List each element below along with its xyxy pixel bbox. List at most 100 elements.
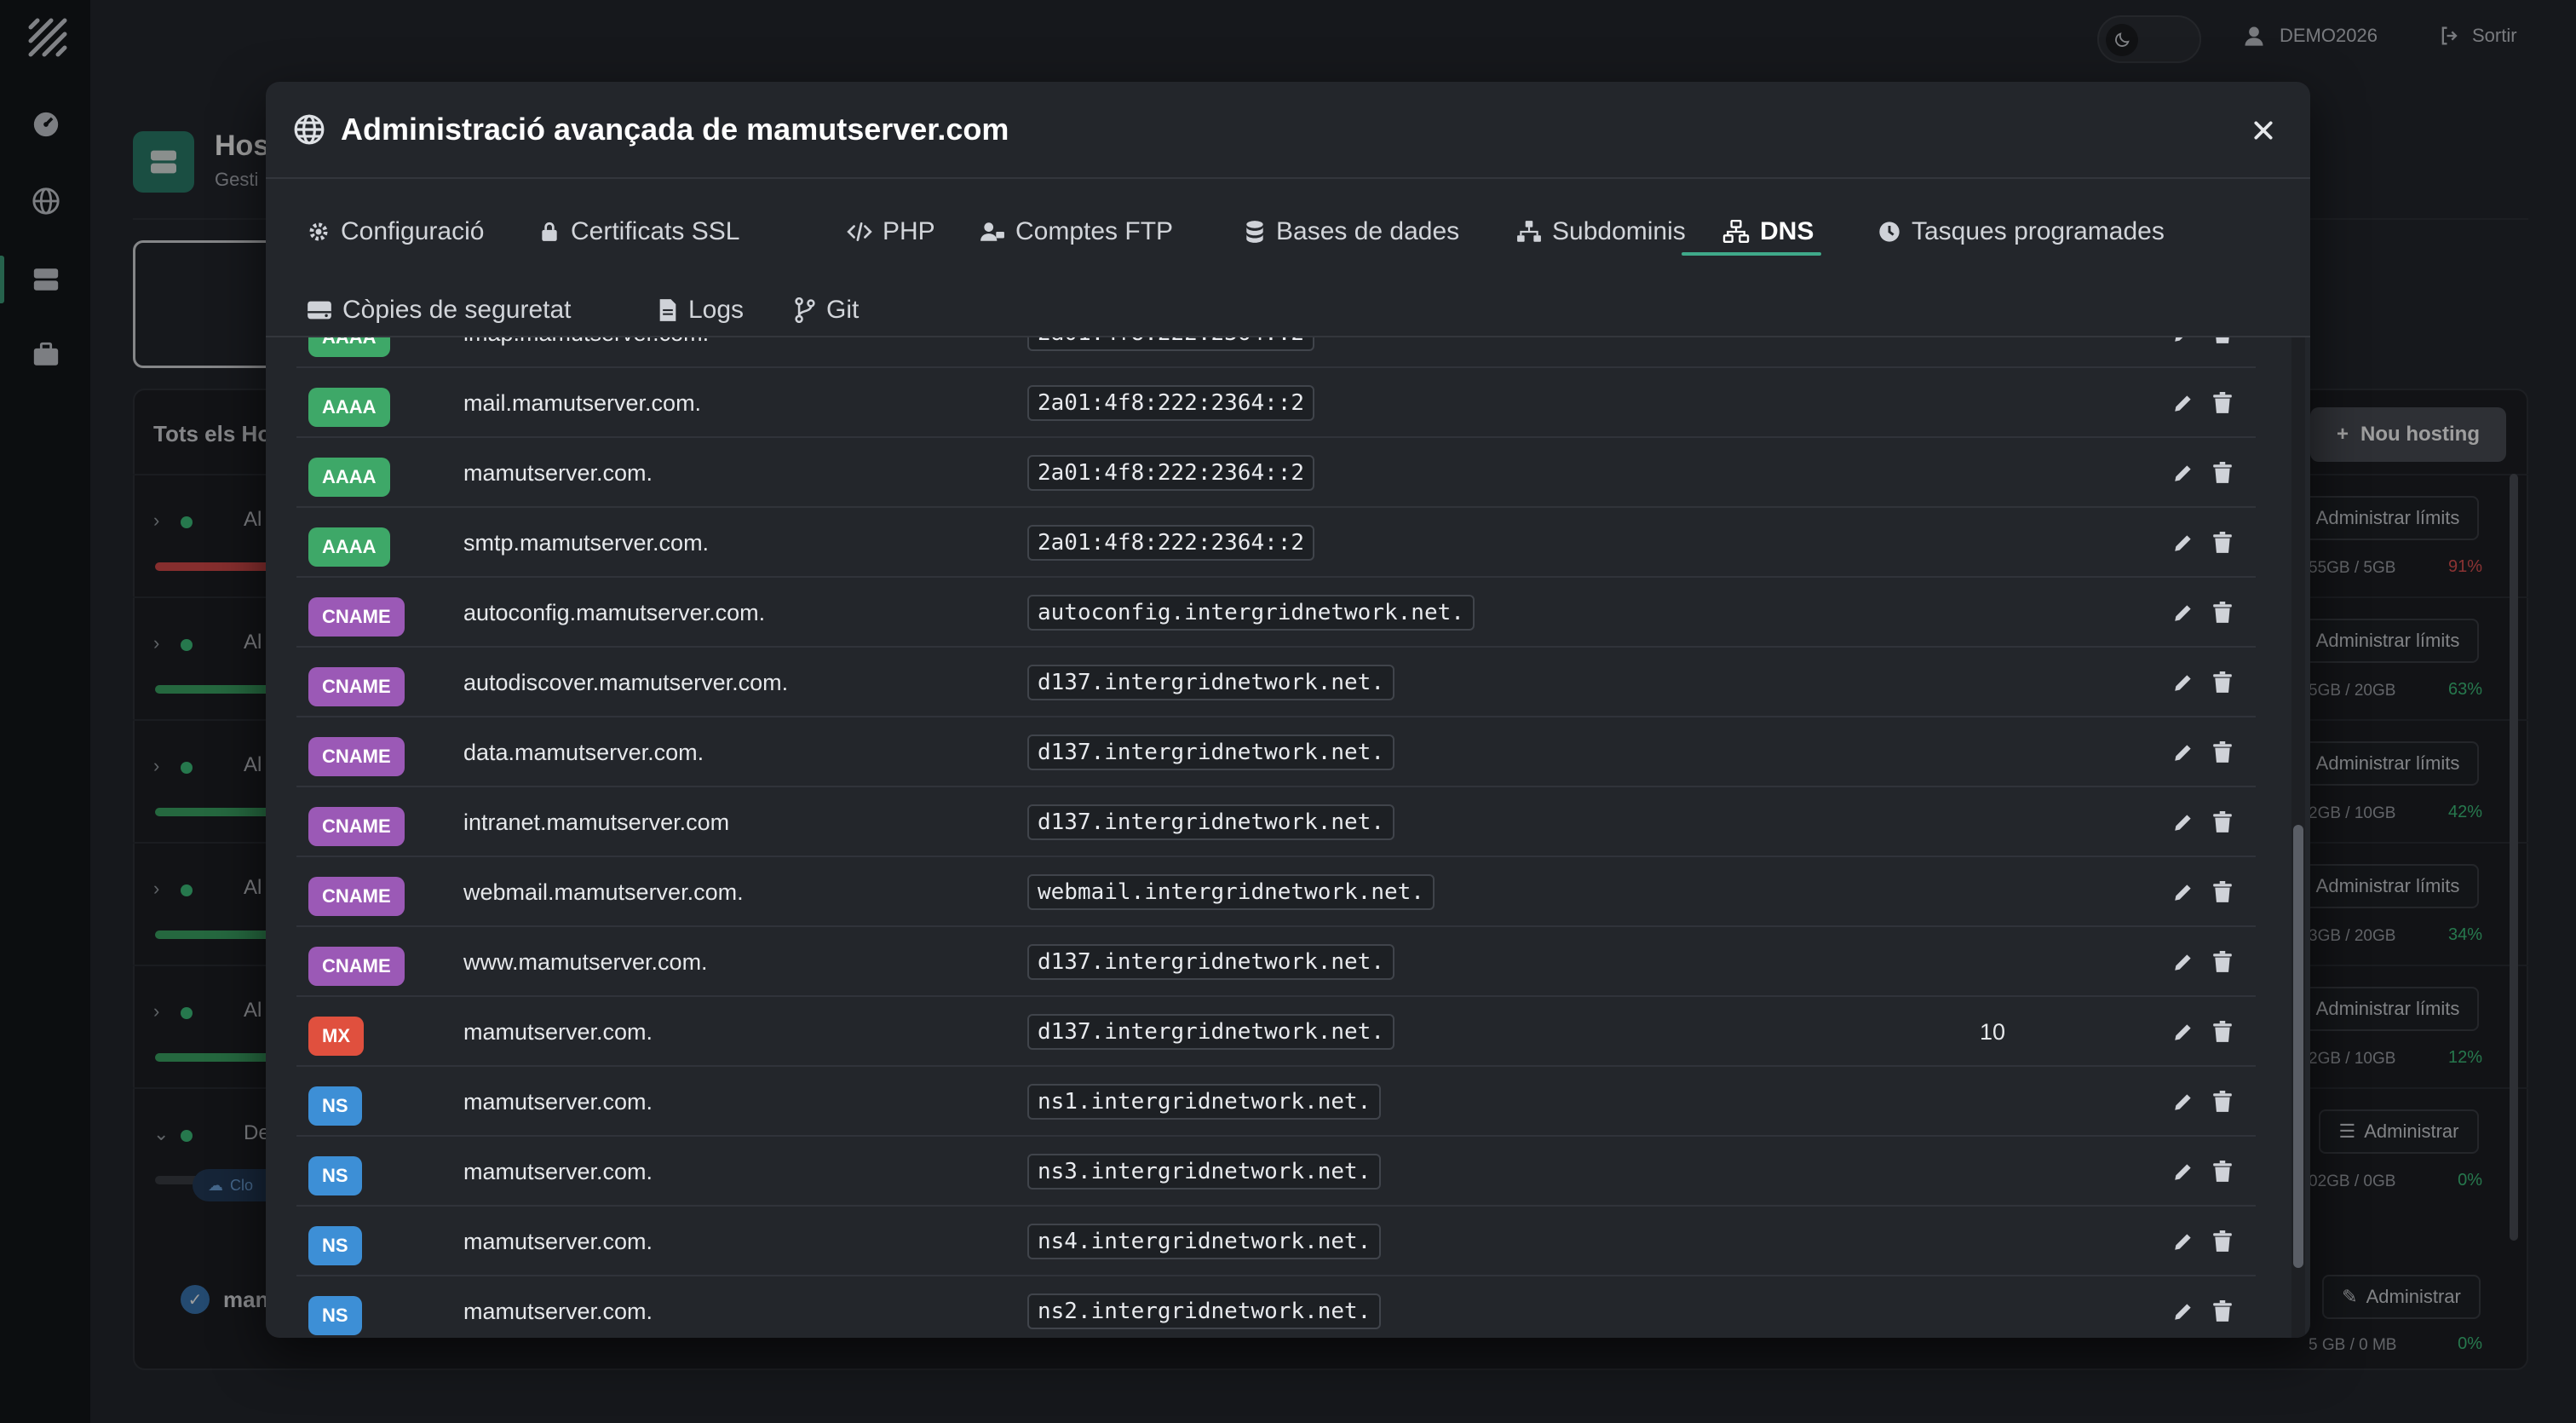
edit-record-button[interactable] [2169,389,2198,418]
theme-toggle[interactable] [2097,15,2201,63]
edit-record-button[interactable] [2169,738,2198,767]
administrar-button[interactable]: ☰ Administrar [2319,1109,2479,1154]
edit-record-button[interactable] [2169,1087,2198,1116]
logout-icon [2441,26,2458,45]
new-hosting-button[interactable]: + Nou hosting [2310,407,2506,462]
dns-record-row: CNAME www.mamutserver.com. d137.intergridn… [296,927,2256,997]
delete-record-button[interactable] [2208,738,2237,767]
admin-button-label: Administrar límits [2315,752,2460,774]
tab-label: Configuració [341,217,485,245]
dns-records-table: AAAA imap.mamutserver.com. 2a01:4f8:222:23… [296,337,2264,1338]
hdd-icon [307,299,332,321]
briefcase-icon[interactable] [29,337,63,372]
delete-record-button[interactable] [2208,389,2237,418]
usage-text: 2GB / 10GB [2309,804,2396,822]
record-name: data.mamutserver.com. [463,740,704,765]
page-scrollbar[interactable] [2510,474,2518,1241]
record-name: mamutserver.com. [463,1089,653,1115]
record-type-badge: NS [308,1226,362,1265]
usage-bar [155,685,274,694]
tab-certificats-ssl[interactable]: Certificats SSL [521,198,756,266]
admin-button-label: Administrar límits [2315,998,2460,1019]
tab-comptes-ftp[interactable]: Comptes FTP [963,198,1190,266]
edit-record-button[interactable] [2169,1017,2198,1046]
delete-record-button[interactable] [2208,337,2237,348]
server-icon[interactable] [29,262,63,297]
user-menu[interactable]: DEMO2026 [2242,24,2378,48]
globe-icon[interactable] [29,184,63,218]
record-name: www.mamutserver.com. [463,949,708,975]
tab-php[interactable]: PHP [830,198,952,266]
record-name: mamutserver.com. [463,1159,653,1184]
edit-record-button[interactable] [2169,668,2198,697]
edit-record-button[interactable] [2169,1227,2198,1256]
chevron-down-icon[interactable]: ⌄ [153,1123,169,1145]
manage-limits-button[interactable]: Administrar límits [2297,864,2479,908]
delete-record-button[interactable] [2208,1017,2237,1046]
tab-logs[interactable]: Logs [641,276,761,344]
edit-record-button[interactable] [2169,458,2198,487]
delete-record-button[interactable] [2208,1157,2237,1186]
chevron-right-icon[interactable]: › [153,755,159,777]
edit-record-button[interactable] [2169,1157,2198,1186]
code-icon [847,221,872,243]
tab-subdominis[interactable]: Subdominis [1499,198,1703,266]
pencil-icon [2175,1024,2191,1040]
scrollbar-thumb[interactable] [2293,825,2303,1268]
usage-bar [155,930,274,939]
delete-record-button[interactable] [2208,668,2237,697]
pencil-icon [2175,395,2191,412]
tab-label: Git [826,296,860,324]
delete-record-button[interactable] [2208,808,2237,837]
usage-text: 55GB / 5GB [2309,559,2396,577]
delete-record-button[interactable] [2208,528,2237,557]
chevron-right-icon[interactable]: › [153,510,159,532]
chevron-right-icon[interactable]: › [153,878,159,900]
record-value: d137.intergridnetwork.net. [1027,944,1394,980]
delete-record-button[interactable] [2208,1087,2237,1116]
record-type-badge: AAAA [308,458,390,497]
record-type-badge: NS [308,1086,362,1126]
hosting-row-label: Al [244,508,262,531]
trash-icon [2213,1161,2232,1182]
trash-icon [2213,602,2232,623]
manage-limits-button[interactable]: Administrar límits [2297,741,2479,786]
tab-c-pies-de-seguretat[interactable]: Còpies de seguretat [290,276,589,344]
edit-record-button[interactable] [2169,878,2198,907]
tab-configuraci-[interactable]: Configuració [290,198,501,266]
tab-label: Còpies de seguretat [342,296,572,324]
tab-dns[interactable]: DNS [1705,198,1831,266]
modal-title: Administració avançada de mamutserver.co… [341,112,1009,147]
tab-bases-de-dades[interactable]: Bases de dades [1227,198,1476,266]
edit-record-button[interactable] [2169,528,2198,557]
record-type-badge: CNAME [308,947,405,986]
delete-record-button[interactable] [2208,598,2237,627]
dashboard-icon[interactable] [29,107,63,141]
delete-record-button[interactable] [2208,878,2237,907]
modal-scrollbar[interactable] [2291,337,2305,1338]
delete-record-button[interactable] [2208,948,2237,977]
delete-record-button[interactable] [2208,458,2237,487]
pencil-icon [2175,1304,2191,1320]
manage-limits-button[interactable]: Administrar límits [2297,496,2479,540]
close-button[interactable] [2245,112,2281,148]
delete-record-button[interactable] [2208,1297,2237,1326]
edit-record-button[interactable] [2169,337,2198,348]
edit-record-button[interactable] [2169,948,2198,977]
logout-button[interactable]: Sortir [2438,24,2517,48]
edit-record-button[interactable] [2169,808,2198,837]
edit-record-button[interactable] [2169,598,2198,627]
edit-record-button[interactable] [2169,1297,2198,1326]
sub-row-admin-button[interactable]: ✎ Administrar [2322,1275,2481,1319]
tab-git[interactable]: Git [777,276,876,344]
chevron-right-icon[interactable]: › [153,1000,159,1023]
tab-tasques-programades[interactable]: Tasques programades [1860,198,2182,266]
trash-icon [2213,951,2232,972]
manage-limits-button[interactable]: Administrar límits [2297,987,2479,1031]
logo-icon [28,18,67,57]
manage-limits-button[interactable]: Administrar límits [2297,619,2479,663]
nav-active-indicator [0,256,4,303]
chevron-right-icon[interactable]: › [153,632,159,654]
delete-record-button[interactable] [2208,1227,2237,1256]
status-dot [181,516,193,528]
